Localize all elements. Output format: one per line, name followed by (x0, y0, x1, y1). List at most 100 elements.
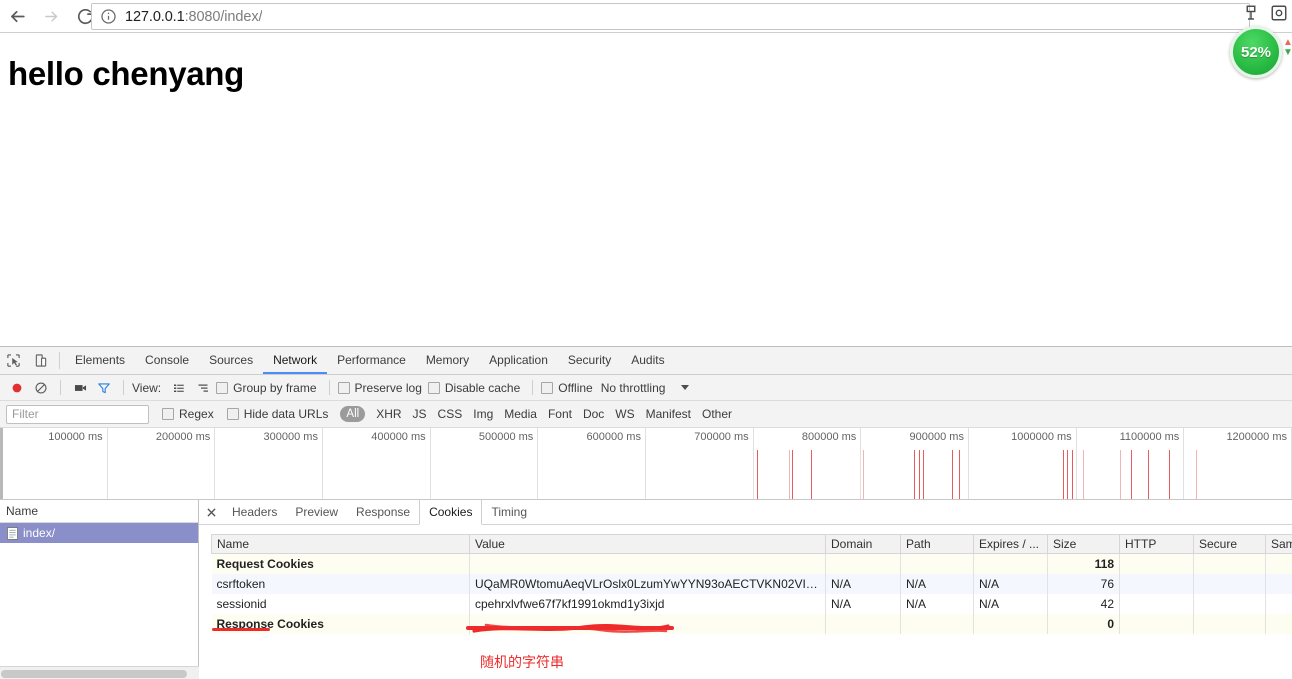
cookies-cell-http (1119, 553, 1194, 574)
overview-tick-label: 100000 ms (48, 431, 103, 443)
cookies-cell-domain: N/A (825, 593, 901, 614)
detail-tab-timing[interactable]: Timing (482, 500, 536, 524)
type-filter-font[interactable]: Font (548, 407, 572, 421)
view-waterfall-button[interactable] (192, 378, 214, 398)
address-bar[interactable]: 127.0.0.1:8080/index/ (91, 3, 1250, 30)
filter-toggle-button[interactable] (93, 378, 115, 398)
type-filter-xhr[interactable]: XHR (376, 407, 401, 421)
tab-console[interactable]: Console (135, 347, 199, 374)
disable-cache-checkbox[interactable]: Disable cache (427, 381, 520, 395)
type-filter-doc[interactable]: Doc (583, 407, 604, 421)
view-list-button[interactable] (168, 378, 190, 398)
cookies-cell-http (1119, 613, 1194, 634)
request-list-hscrollbar[interactable] (0, 666, 199, 679)
cookies-cell-name: sessionid (211, 593, 470, 614)
type-filter-js[interactable]: JS (413, 407, 427, 421)
overview-event-mark (863, 450, 864, 499)
tab-network[interactable]: Network (263, 347, 328, 374)
cookies-table-row[interactable]: csrftoken UQaMR0WtomuAeqVLrOslx0LzumYwYYN… (211, 573, 1292, 594)
overview-event-mark (1169, 450, 1170, 499)
clear-button[interactable] (30, 378, 52, 398)
cookies-column-header[interactable]: HTTP (1119, 534, 1194, 554)
extension-icon[interactable] (1270, 4, 1288, 22)
type-filter-css[interactable]: CSS (438, 407, 463, 421)
overview-event-mark (1063, 450, 1064, 499)
tab-security[interactable]: Security (558, 347, 621, 374)
cookies-column-header[interactable]: Value (469, 534, 826, 554)
url-path: /index/ (220, 8, 263, 25)
type-filter-ws[interactable]: WS (615, 407, 634, 421)
inspect-element-button[interactable] (0, 347, 27, 374)
camera-icon (74, 384, 86, 391)
type-filter-img[interactable]: Img (473, 407, 493, 421)
waterfall-view-icon (198, 384, 208, 392)
performance-badge-arrows: ▲ ▼ (1283, 38, 1292, 58)
tab-memory[interactable]: Memory (416, 347, 479, 374)
tab-elements[interactable]: Elements (65, 347, 135, 374)
overview-tick: 500000 ms (431, 428, 539, 499)
cookies-cell-samesite (1265, 613, 1292, 634)
checkbox-box (541, 381, 554, 394)
arrow-down-icon: ▼ (1283, 47, 1292, 58)
cookies-cell-size: 76 (1047, 573, 1120, 594)
checkbox-box (226, 408, 239, 420)
type-filter-all[interactable]: All (340, 406, 366, 422)
detail-tab-response[interactable]: Response (347, 500, 419, 524)
detail-tab-headers[interactable]: Headers (223, 500, 286, 524)
request-row-index[interactable]: index/ (0, 523, 198, 543)
network-overview-timeline[interactable]: 100000 ms 200000 ms 300000 ms 400000 ms 5000… (0, 428, 1292, 500)
cookies-table-row[interactable]: sessionid cpehrxlvfwe67f7kf1991okmd1y3ixj… (211, 593, 1292, 614)
tab-application[interactable]: Application (479, 347, 558, 374)
request-list-header[interactable]: Name (0, 500, 198, 523)
regex-checkbox[interactable]: Regex (162, 407, 214, 421)
tab-performance[interactable]: Performance (327, 347, 416, 374)
overview-tick: 400000 ms (323, 428, 431, 499)
cookies-cell-samesite (1265, 593, 1292, 614)
close-detail-button[interactable] (199, 500, 223, 524)
cookies-column-header[interactable]: Name (211, 534, 470, 554)
cookies-cell-domain (825, 613, 901, 634)
cookies-column-header[interactable]: Size (1047, 534, 1120, 554)
offline-checkbox[interactable]: Offline (541, 381, 593, 395)
extension-icon[interactable] (1242, 4, 1260, 22)
type-filter-other[interactable]: Other (702, 407, 732, 421)
cookies-cell-value (469, 553, 826, 574)
overview-tick-label: 1200000 ms (1226, 431, 1287, 443)
cookies-column-header[interactable]: Path (900, 534, 974, 554)
cookies-column-header[interactable]: Sam (1265, 534, 1292, 554)
device-toolbar-button[interactable] (27, 347, 54, 374)
type-filter-media[interactable]: Media (504, 407, 537, 421)
cookies-group-row[interactable]: Request Cookies 118 (211, 553, 1292, 574)
cookies-column-header[interactable]: Secure (1193, 534, 1266, 554)
filter-input[interactable] (6, 404, 149, 424)
toolbar-divider (123, 380, 124, 395)
detail-tab-cookies[interactable]: Cookies (419, 500, 483, 525)
tab-audits[interactable]: Audits (621, 347, 674, 374)
cookies-group-row[interactable]: Response Cookies 0 (211, 613, 1292, 634)
scrollbar-thumb[interactable] (1, 670, 187, 678)
record-button[interactable] (6, 378, 28, 398)
back-button[interactable] (0, 1, 34, 31)
chevron-down-icon[interactable] (681, 385, 690, 390)
inspect-element-icon (7, 354, 20, 367)
preserve-log-label: Preserve log (354, 380, 422, 395)
tab-sources[interactable]: Sources (199, 347, 263, 374)
overview-tick-label: 1100000 ms (1119, 431, 1180, 443)
preserve-log-checkbox[interactable]: Preserve log (337, 380, 422, 395)
toolbar-divider (532, 380, 534, 395)
info-circle-icon[interactable] (100, 8, 117, 25)
url-host: 127.0.0.1 (125, 8, 185, 25)
cookies-column-header[interactable]: Expires / ... (973, 534, 1048, 554)
type-filter-manifest[interactable]: Manifest (646, 407, 691, 421)
group-by-frame-checkbox[interactable]: Group by frame (216, 381, 317, 395)
performance-badge[interactable]: 52% (1230, 26, 1282, 78)
list-view-icon (174, 384, 184, 392)
cookies-column-header[interactable]: Domain (825, 534, 901, 554)
hide-data-urls-checkbox[interactable]: Hide data URLs (226, 407, 328, 421)
forward-button[interactable] (34, 1, 68, 31)
document-icon (7, 526, 18, 540)
capture-screenshots-button[interactable] (69, 378, 91, 398)
detail-tab-preview[interactable]: Preview (286, 500, 347, 524)
throttling-select[interactable]: No throttling (601, 381, 666, 395)
request-list: Name index/ (0, 500, 199, 679)
